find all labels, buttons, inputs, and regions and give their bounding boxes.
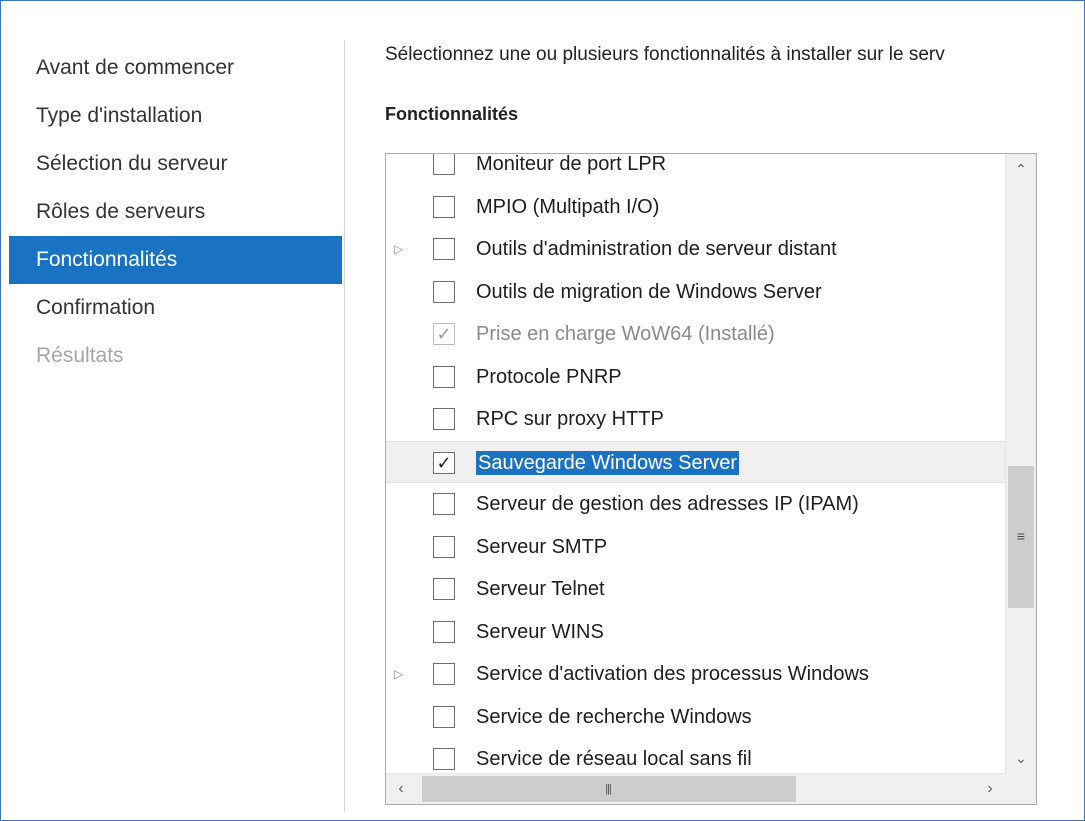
checkmark-icon: ✓ bbox=[436, 452, 452, 473]
feature-label[interactable]: Outils de migration de Windows Server bbox=[474, 271, 824, 313]
scroll-down-icon[interactable]: ⌄ bbox=[1006, 743, 1036, 773]
feature-label[interactable]: Service de recherche Windows bbox=[474, 696, 754, 738]
feature-row[interactable]: Outils de migration de Windows Server bbox=[386, 271, 1005, 314]
nav-item-avant-de-commencer[interactable]: Avant de commencer bbox=[9, 44, 342, 92]
grip-icon: ≡ bbox=[1016, 528, 1026, 544]
feature-row[interactable]: Serveur SMTP bbox=[386, 526, 1005, 569]
feature-row[interactable]: Serveur de gestion des adresses IP (IPAM… bbox=[386, 483, 1005, 526]
feature-row[interactable]: ▷ Service d'activation des processus Wind… bbox=[386, 653, 1005, 696]
nav-item-fonctionnalites[interactable]: Fonctionnalités bbox=[9, 236, 342, 284]
feature-row[interactable]: ✓ Sauvegarde Windows Server bbox=[386, 440, 1005, 484]
feature-label[interactable]: Outils d'administration de serveur dista… bbox=[474, 228, 839, 270]
feature-checkbox: ✓ bbox=[433, 323, 455, 345]
feature-label-text: MPIO (Multipath I/O) bbox=[476, 195, 660, 218]
feature-label-text: Serveur SMTP bbox=[476, 535, 608, 558]
feature-label-text: Serveur Telnet bbox=[476, 578, 605, 600]
scroll-right-icon[interactable]: › bbox=[975, 774, 1005, 804]
feature-checkbox[interactable] bbox=[433, 493, 455, 515]
feature-label-text: Outils de migration de Windows Server bbox=[476, 280, 822, 303]
checkmark-icon: ✓ bbox=[436, 324, 452, 344]
nav-item-roles-serveurs[interactable]: Rôles de serveurs bbox=[9, 188, 342, 236]
feature-row[interactable]: Serveur Telnet bbox=[386, 568, 1005, 611]
feature-label-text: Service de recherche Windows bbox=[476, 705, 752, 728]
vertical-scroll-thumb[interactable]: ≡ bbox=[1008, 466, 1034, 608]
feature-row[interactable]: Moniteur de port LPR bbox=[386, 153, 1005, 186]
nav-item-type-installation[interactable]: Type d'installation bbox=[9, 92, 342, 140]
features-rows: Moniteur de port LPR MPIO (Multipath I/O)… bbox=[386, 153, 1005, 781]
features-list[interactable]: Moniteur de port LPR MPIO (Multipath I/O)… bbox=[385, 153, 1037, 805]
feature-row[interactable]: ▷ Outils d'administration de serveur dist… bbox=[386, 228, 1005, 271]
feature-label[interactable]: Serveur de gestion des adresses IP (IPAM… bbox=[474, 483, 861, 525]
grip-icon: ||| bbox=[605, 783, 612, 795]
nav-item-resultats: Résultats bbox=[36, 344, 124, 367]
feature-checkbox[interactable] bbox=[433, 238, 455, 260]
feature-label[interactable]: Moniteur de port LPR bbox=[474, 153, 668, 185]
chevron-right-icon[interactable]: ▷ bbox=[394, 666, 404, 682]
feature-checkbox[interactable] bbox=[433, 705, 455, 728]
feature-label[interactable]: Prise en charge WoW64 (Installé) bbox=[474, 313, 777, 355]
feature-label-text: Serveur de gestion des adresses IP (IPAM… bbox=[476, 493, 859, 515]
nav-item-confirmation[interactable]: Confirmation bbox=[9, 284, 342, 332]
wizard-nav: Avant de commencer Type d'installation S… bbox=[9, 44, 342, 380]
feature-checkbox[interactable] bbox=[433, 408, 455, 430]
feature-checkbox[interactable] bbox=[433, 195, 455, 218]
feature-checkbox[interactable] bbox=[433, 365, 455, 388]
feature-label[interactable]: Sauvegarde Windows Server bbox=[474, 442, 741, 484]
nav-divider bbox=[344, 40, 345, 812]
feature-label[interactable]: MPIO (Multipath I/O) bbox=[474, 186, 661, 228]
scrollbar-corner bbox=[1005, 773, 1036, 804]
scroll-up-icon[interactable]: ⌃ bbox=[1006, 154, 1036, 184]
feature-label-text: Prise en charge WoW64 (Installé) bbox=[476, 323, 775, 345]
feature-label[interactable]: RPC sur proxy HTTP bbox=[474, 398, 666, 440]
scroll-left-icon[interactable]: ‹ bbox=[386, 774, 416, 804]
feature-row[interactable]: RPC sur proxy HTTP bbox=[386, 398, 1005, 441]
feature-label[interactable]: Service d'activation des processus Windo… bbox=[474, 653, 871, 695]
feature-label-text: Serveur WINS bbox=[476, 620, 604, 643]
horizontal-scrollbar[interactable]: ‹ ||| › bbox=[386, 773, 1005, 804]
feature-label[interactable]: Serveur Telnet bbox=[474, 568, 607, 610]
feature-checkbox[interactable] bbox=[433, 748, 455, 770]
feature-label[interactable]: Protocole PNRP bbox=[474, 356, 624, 398]
feature-row[interactable]: MPIO (Multipath I/O) bbox=[386, 186, 1005, 229]
feature-checkbox[interactable] bbox=[433, 535, 455, 558]
feature-checkbox[interactable] bbox=[433, 280, 455, 303]
feature-label[interactable]: Serveur WINS bbox=[474, 611, 606, 653]
instruction-text: Sélectionnez une ou plusieurs fonctionna… bbox=[385, 44, 945, 65]
section-label: Fonctionnalités bbox=[385, 104, 519, 124]
feature-label-text: Sauvegarde Windows Server bbox=[476, 450, 740, 475]
feature-checkbox[interactable] bbox=[433, 663, 455, 685]
feature-checkbox[interactable]: ✓ bbox=[433, 451, 455, 474]
feature-label-text: Service de réseau local sans fil bbox=[476, 748, 752, 770]
feature-label-text: Moniteur de port LPR bbox=[476, 153, 667, 175]
nav-item-selection-serveur[interactable]: Sélection du serveur bbox=[9, 140, 342, 188]
feature-row[interactable]: Service de recherche Windows bbox=[386, 696, 1005, 739]
feature-label-text: Outils d'administration de serveur dista… bbox=[476, 238, 837, 260]
feature-label-text: RPC sur proxy HTTP bbox=[476, 408, 664, 430]
feature-label-text: Service d'activation des processus Windo… bbox=[476, 663, 869, 685]
feature-row[interactable]: Protocole PNRP bbox=[386, 356, 1005, 399]
feature-checkbox[interactable] bbox=[433, 578, 455, 600]
feature-checkbox[interactable] bbox=[433, 154, 455, 175]
feature-checkbox[interactable] bbox=[433, 620, 455, 643]
feature-label[interactable]: Serveur SMTP bbox=[474, 526, 609, 568]
feature-label-text: Protocole PNRP bbox=[476, 365, 622, 388]
chevron-right-icon[interactable]: ▷ bbox=[394, 241, 404, 257]
vertical-scrollbar[interactable]: ⌃ ≡ ⌄ bbox=[1005, 154, 1036, 773]
horizontal-scroll-thumb[interactable]: ||| bbox=[422, 776, 796, 802]
feature-row[interactable]: ✓ Prise en charge WoW64 (Installé) bbox=[386, 313, 1005, 356]
feature-row[interactable]: Serveur WINS bbox=[386, 611, 1005, 654]
